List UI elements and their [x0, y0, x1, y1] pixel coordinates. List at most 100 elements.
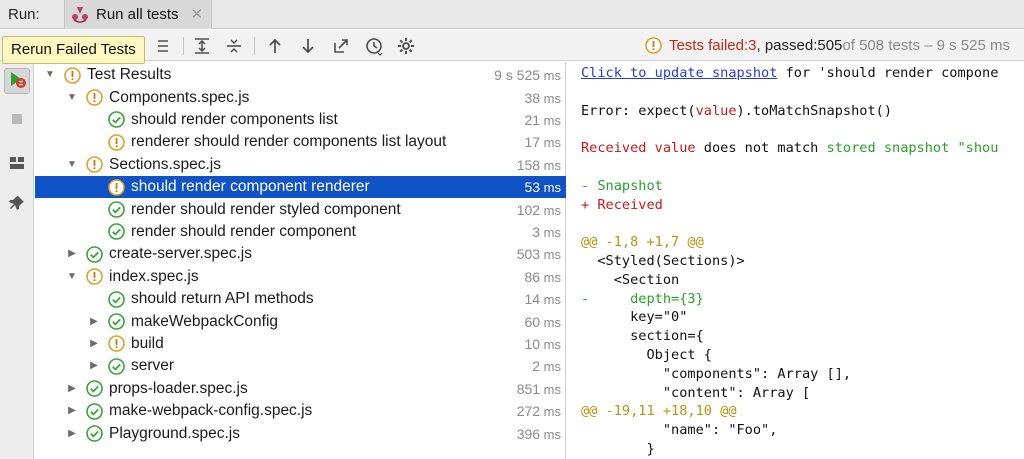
test-name: Sections.spec.js	[109, 155, 221, 173]
test-name: should return API methods	[131, 290, 314, 308]
test-duration: 503 ms	[517, 246, 561, 262]
duration-value: 9 s 525	[494, 67, 541, 84]
tree-row[interactable]: ▶ server 2 ms	[35, 355, 566, 377]
duration-unit: ms	[540, 269, 561, 285]
console-text: value	[695, 102, 737, 119]
test-failed-icon	[86, 89, 103, 106]
failed-count: 3	[748, 37, 757, 54]
tree-row[interactable]: ▶ makeWebpackConfig 60 ms	[35, 310, 566, 332]
test-duration: 3 ms	[532, 224, 561, 240]
duration-value: 272	[516, 403, 541, 420]
console-text: <Styled(Sections)>	[581, 253, 745, 269]
test-duration: 14 ms	[524, 291, 561, 307]
console-text: Object {	[581, 347, 712, 363]
duration-unit: ms	[540, 202, 561, 218]
console-text: section={	[581, 328, 704, 345]
test-passed-icon	[108, 111, 125, 129]
update-snapshot-link[interactable]: Click to update snapshot	[581, 65, 777, 81]
duration-unit: ms	[540, 112, 561, 128]
passed-count: 505	[817, 37, 843, 54]
tree-row[interactable]: renderer should render components list l…	[35, 131, 566, 153]
test-duration: 10 ms	[524, 336, 561, 352]
stop-button[interactable]	[4, 108, 30, 134]
previous-failed-icon[interactable]	[265, 36, 285, 56]
collapsed-arrow-icon[interactable]: ▶	[88, 338, 100, 350]
export-icon[interactable]	[331, 36, 351, 56]
test-duration: 102 ms	[517, 202, 561, 218]
console-text: Received value	[581, 140, 696, 157]
side-toolbar	[0, 62, 34, 459]
collapsed-arrow-icon[interactable]: ▶	[66, 248, 78, 260]
test-failed-icon	[64, 66, 81, 84]
console-text: "components": Array [],	[581, 365, 852, 382]
expanded-arrow-icon[interactable]: ▼	[66, 92, 78, 104]
sort-icon[interactable]	[155, 36, 175, 56]
settings-icon[interactable]	[396, 36, 416, 56]
test-passed-icon	[86, 425, 103, 442]
duration-value: 17	[524, 134, 541, 151]
test-output-console: Click to update snapshot for 'should ren…	[567, 62, 1024, 459]
close-icon[interactable]: ✕	[191, 5, 204, 23]
test-results-tree: ▼ Test Results 9 s 525 ms ▼ Components.spec.…	[35, 62, 566, 459]
collapse-all-icon[interactable]	[224, 36, 244, 56]
console-text: Error: expect(	[581, 102, 696, 119]
duration-unit: ms	[540, 359, 561, 375]
tree-row[interactable]: should return API methods 14 ms	[35, 288, 566, 310]
console-line: Error: expect(value).toMatchSnapshot()	[581, 103, 892, 119]
next-failed-icon[interactable]	[298, 36, 318, 56]
console-text: }	[581, 441, 655, 457]
layout-button[interactable]	[4, 152, 30, 178]
history-icon[interactable]	[364, 36, 384, 56]
tree-row[interactable]: render should render component 3 ms	[35, 221, 566, 243]
duration-unit: ms	[540, 224, 561, 240]
test-name: makeWebpackConfig	[131, 312, 279, 330]
test-name: build	[131, 334, 164, 352]
tree-row[interactable]: ▶ build 10 ms	[35, 333, 566, 355]
tree-row[interactable]: ▼ index.spec.js 86 ms	[35, 266, 566, 288]
layout-icon	[8, 154, 26, 176]
test-name: server	[131, 357, 175, 375]
console-line: <Styled(Sections)>	[581, 253, 745, 269]
collapsed-arrow-icon[interactable]: ▶	[66, 383, 78, 395]
duration-value: 158	[516, 156, 541, 173]
tree-row[interactable]: ▶ make-webpack-config.spec.js 272 ms	[35, 400, 566, 422]
tree-row[interactable]: ▶ Playground.spec.js 396 ms	[35, 422, 566, 444]
pin-icon	[8, 194, 26, 216]
tree-row[interactable]: ▼ Components.spec.js 38 ms	[35, 86, 566, 108]
test-passed-icon	[108, 358, 125, 375]
test-passed-icon	[108, 313, 125, 330]
collapsed-arrow-icon[interactable]: ▶	[88, 316, 100, 328]
tree-row[interactable]: should render component renderer 53 ms	[35, 176, 566, 199]
console-line: Object {	[581, 347, 712, 363]
collapsed-arrow-icon[interactable]: ▶	[88, 360, 100, 372]
duration-value: 10	[524, 335, 541, 352]
test-duration: 158 ms	[517, 157, 561, 173]
tree-row[interactable]: ▼ Test Results 9 s 525 ms	[35, 64, 566, 86]
tree-row[interactable]: ▶ props-loader.spec.js 851 ms	[35, 378, 566, 400]
pin-button[interactable]	[4, 192, 30, 218]
expanded-arrow-icon[interactable]: ▼	[66, 159, 78, 171]
collapsed-arrow-icon[interactable]: ▶	[66, 428, 78, 440]
tree-row[interactable]: ▼ Sections.spec.js 158 ms	[35, 154, 566, 176]
tree-row[interactable]: render should render styled component 102…	[35, 198, 566, 220]
test-name: index.spec.js	[109, 267, 199, 285]
test-duration: 9 s 525 ms	[494, 67, 561, 83]
toolbar-separator	[183, 37, 184, 55]
console-line: @@ -1,8 +1,7 @@	[581, 234, 704, 250]
expanded-arrow-icon[interactable]: ▼	[66, 271, 78, 283]
test-duration: 38 ms	[524, 90, 561, 106]
tree-row[interactable]: ▶ create-server.spec.js 503 ms	[35, 243, 566, 265]
expanded-arrow-icon[interactable]: ▼	[44, 69, 56, 81]
rerun-failed-button[interactable]	[4, 68, 30, 94]
console-text: does not match	[695, 140, 827, 157]
test-toolbar: Tests failed: 3 , passed: 505 of 508 tes…	[0, 30, 1024, 61]
test-name: create-server.spec.js	[109, 245, 252, 263]
test-summary-status: Tests failed: 3 , passed: 505 of 508 tes…	[645, 30, 1010, 61]
collapsed-arrow-icon[interactable]: ▶	[66, 405, 78, 417]
tree-row[interactable]: should render components list 21 ms	[35, 109, 566, 131]
failed-prefix: Tests failed:	[668, 37, 749, 54]
tab-run-all-tests[interactable]: Run all tests ✕	[64, 0, 213, 29]
duration-unit: ms	[540, 157, 561, 173]
expand-all-icon[interactable]	[192, 36, 212, 56]
console-line: @@ -19,11 +18,10 @@	[581, 403, 737, 419]
